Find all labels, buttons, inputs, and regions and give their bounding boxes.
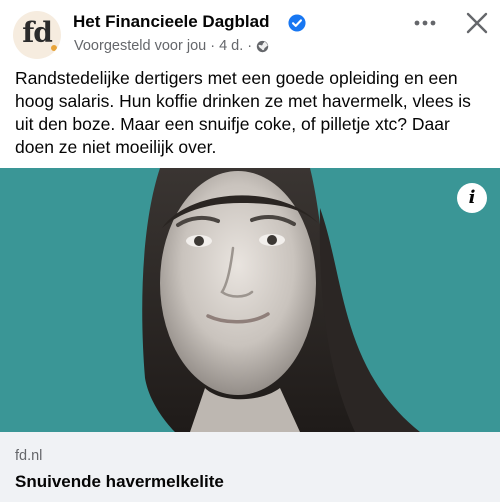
page-name-link[interactable]: Het Financieele Dagblad bbox=[73, 12, 270, 32]
page-avatar[interactable]: fd bbox=[13, 11, 61, 59]
post-image[interactable] bbox=[0, 168, 500, 432]
post-meta-text: Voorgesteld voor jou · 4 d. · bbox=[74, 38, 253, 54]
close-icon[interactable] bbox=[464, 10, 490, 36]
globe-icon bbox=[256, 40, 269, 52]
verified-badge-icon bbox=[288, 14, 306, 32]
portrait-photo bbox=[0, 168, 500, 432]
avatar-logo-dot bbox=[51, 45, 57, 51]
link-title[interactable]: Snuivende havermelkelite bbox=[15, 472, 224, 492]
info-button[interactable]: i bbox=[457, 183, 487, 213]
link-preview-card[interactable]: fd.nl Snuivende havermelkelite bbox=[0, 432, 500, 502]
info-icon: i bbox=[468, 187, 476, 208]
more-options-icon[interactable] bbox=[412, 12, 438, 34]
post-meta: Voorgesteld voor jou · 4 d. · bbox=[74, 38, 269, 54]
link-domain: fd.nl bbox=[15, 448, 43, 464]
post-caption: Randstedelijke dertigers met een goede o… bbox=[15, 68, 471, 157]
post-header: fd Het Financieele Dagblad Voorgesteld v… bbox=[0, 0, 500, 64]
